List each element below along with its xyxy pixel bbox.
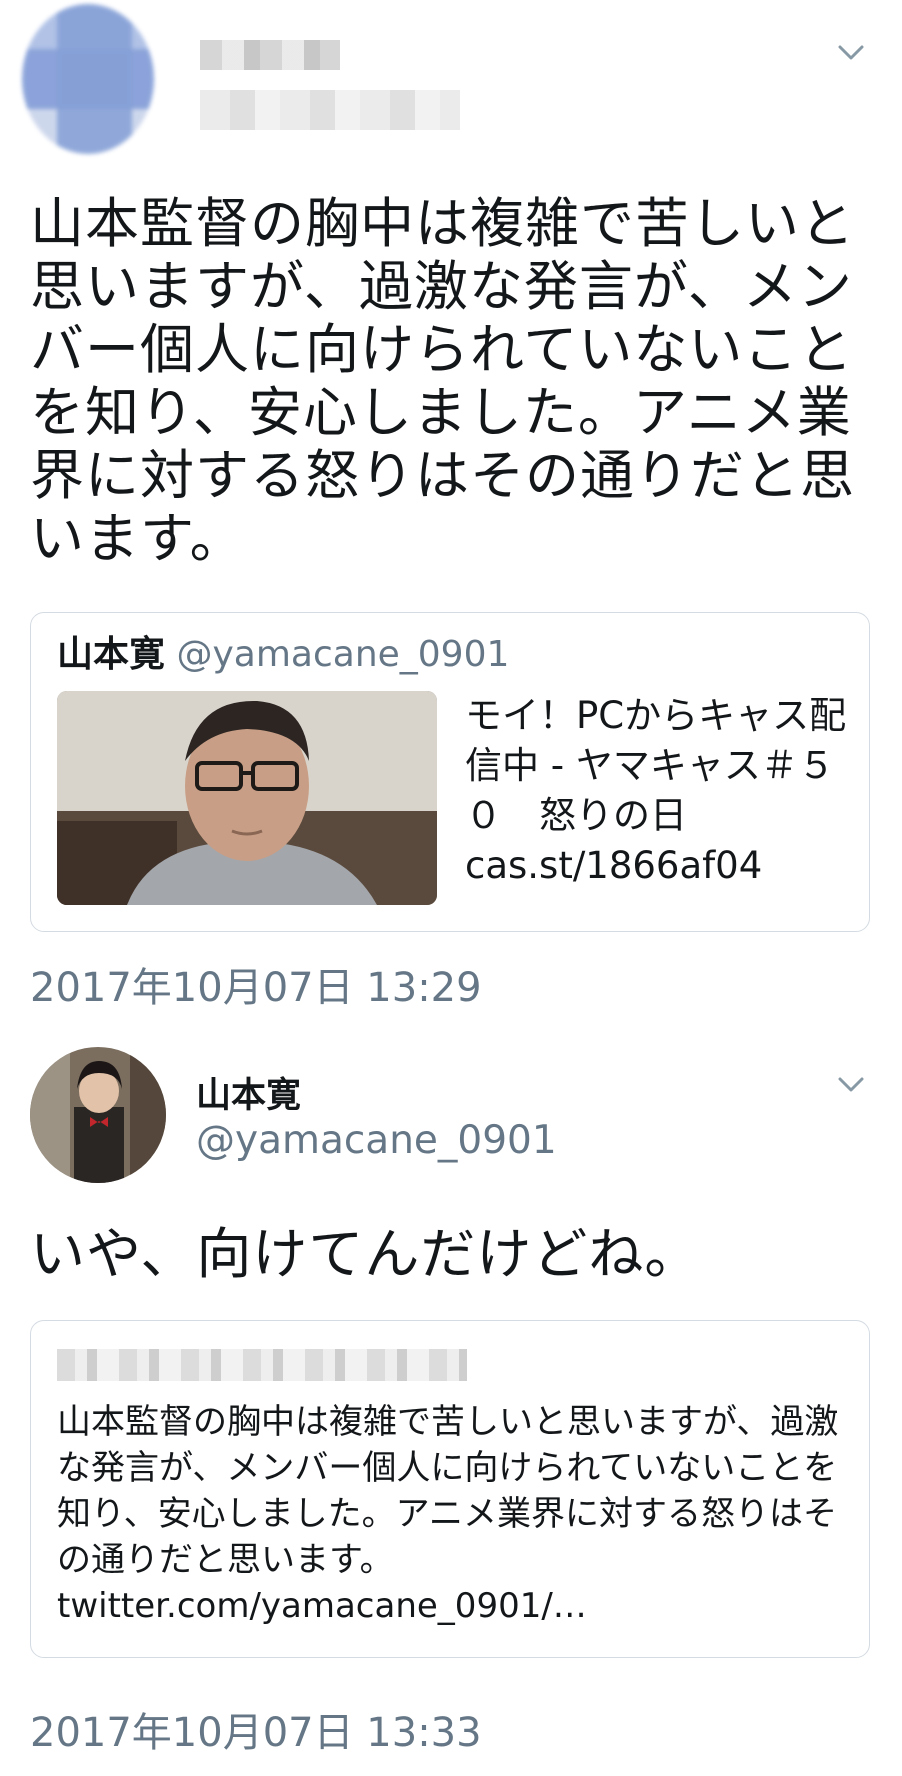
- author-name-blurred[interactable]: [200, 40, 340, 70]
- video-thumbnail[interactable]: [57, 691, 437, 905]
- tweet-timestamp[interactable]: 2017年10月07日 13:33: [30, 1700, 482, 1758]
- chevron-down-icon[interactable]: [838, 44, 864, 62]
- avatar[interactable]: [30, 1047, 166, 1183]
- quoted-author-name: 山本寛: [57, 634, 166, 675]
- chevron-down-icon[interactable]: [838, 1076, 864, 1094]
- tweet-timestamp[interactable]: 2017年10月07日 13:29: [30, 955, 482, 1013]
- quoted-author: 山本寛 @yamacane_0901: [57, 635, 509, 675]
- author-handle-blurred: [200, 90, 460, 130]
- quoted-card-text: 山本監督の胸中は複雑で苦しいと思いますが、過激な発言が、メンバー個人に向けられて…: [57, 1402, 839, 1626]
- author-handle[interactable]: @yamacane_0901: [196, 1118, 557, 1163]
- quoted-author-handle: @yamacane_0901: [176, 634, 510, 675]
- quoted-author-blurred: [57, 1349, 467, 1381]
- quoted-tweet-card[interactable]: 山本寛 @yamacane_0901 モイ！PCからキャス配信中 - ヤマキャス…: [30, 612, 870, 932]
- quoted-card-text: モイ！PCからキャス配信中 - ヤマキャス＃５０ 怒りの日 cas.st/186…: [465, 694, 847, 887]
- author-name[interactable]: 山本寛: [196, 1067, 301, 1118]
- avatar-blurred[interactable]: [22, 4, 154, 154]
- tweet-text: 山本監督の胸中は複雑で苦しいと思いますが、過激な発言が、メンバー個人に向けられて…: [30, 192, 855, 570]
- tweet-text: いや、向けてんだけどね。: [30, 1222, 701, 1286]
- quoted-tweet-card[interactable]: 山本監督の胸中は複雑で苦しいと思いますが、過激な発言が、メンバー個人に向けられて…: [30, 1320, 870, 1658]
